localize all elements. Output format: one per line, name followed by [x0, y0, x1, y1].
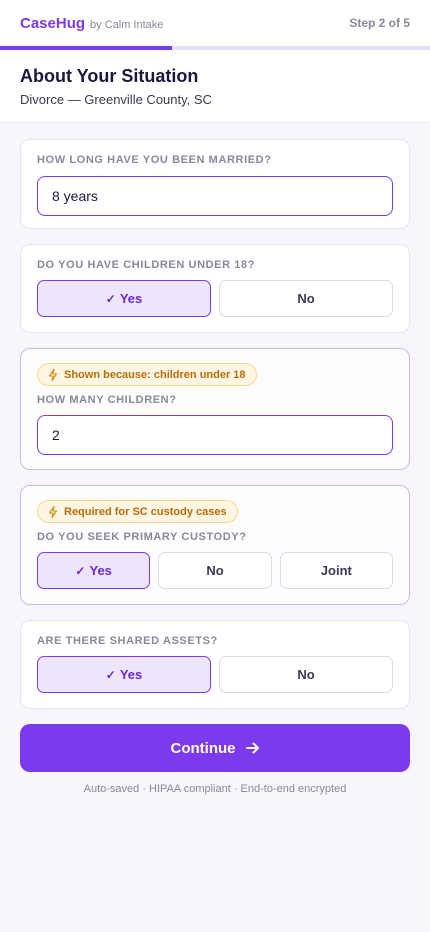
- brand-name: CaseHug: [20, 14, 86, 32]
- choice-label: Yes: [119, 291, 143, 306]
- checkmark-icon: ✓: [105, 291, 116, 306]
- checkmark-icon: ✓: [75, 563, 86, 578]
- page-title: About Your Situation: [20, 66, 199, 86]
- custody-joint-button[interactable]: Joint: [279, 552, 393, 589]
- choice-label: Yes: [89, 563, 112, 578]
- choice-label: No: [206, 563, 224, 578]
- question-label: ARE THERE SHARED ASSETS?: [37, 635, 218, 647]
- question-card-married: HOW LONG HAVE YOU BEEN MARRIED?: [20, 139, 410, 229]
- question-label: DO YOU SEEK PRIMARY CUSTODY?: [37, 531, 247, 543]
- custody-yes-button[interactable]: ✓ Yes: [37, 552, 151, 589]
- arrow-right-icon: [245, 742, 259, 754]
- children-no-button[interactable]: No: [219, 280, 393, 317]
- page-subtitle: Divorce — Greenville County, SC: [20, 92, 212, 107]
- continue-label: Continue: [170, 739, 236, 757]
- assets-yes-button[interactable]: ✓ Yes: [37, 656, 211, 693]
- question-label: HOW MANY CHILDREN?: [37, 394, 177, 406]
- choice-group: ✓ Yes No Joint: [37, 552, 393, 589]
- choice-group: ✓ Yes No: [37, 656, 393, 693]
- question-card-custody: Required for SC custody cases DO YOU SEE…: [20, 485, 410, 605]
- progress-bar-fill: [0, 46, 172, 50]
- brand: CaseHug by Calm Intake: [20, 15, 163, 32]
- lightning-bolt-icon: [48, 368, 58, 381]
- badge-label: Required for SC custody cases: [64, 505, 227, 518]
- question-label: HOW LONG HAVE YOU BEEN MARRIED?: [37, 154, 272, 166]
- assets-no-button[interactable]: No: [219, 656, 393, 693]
- page-header: About Your Situation Divorce — Greenvill…: [0, 50, 430, 123]
- checkmark-icon: ✓: [105, 667, 116, 682]
- custody-no-button[interactable]: No: [158, 552, 272, 589]
- step-indicator: Step 2 of 5: [349, 16, 410, 30]
- children-count-input[interactable]: [37, 415, 393, 455]
- choice-label: Yes: [119, 667, 143, 682]
- conditional-badge: Shown because: children under 18: [37, 363, 257, 386]
- choice-label: No: [297, 667, 315, 682]
- app-header: CaseHug by Calm Intake Step 2 of 5: [0, 0, 430, 46]
- choice-label: Joint: [320, 563, 352, 578]
- question-list: HOW LONG HAVE YOU BEEN MARRIED? DO YOU H…: [0, 123, 430, 795]
- children-yes-button[interactable]: ✓ Yes: [37, 280, 211, 317]
- question-card-children: DO YOU HAVE CHILDREN UNDER 18? ✓ Yes No: [20, 244, 410, 333]
- footer-note: Auto-saved · HIPAA compliant · End-to-en…: [83, 783, 347, 795]
- progress-bar: [0, 46, 430, 50]
- married-duration-input[interactable]: [37, 176, 393, 216]
- question-card-num-children: Shown because: children under 18 HOW MAN…: [20, 348, 410, 470]
- brand-tagline: by Calm Intake: [90, 18, 164, 31]
- badge-label: Shown because: children under 18: [64, 368, 246, 381]
- required-badge: Required for SC custody cases: [37, 500, 238, 523]
- lightning-bolt-icon: [48, 505, 58, 518]
- choice-label: No: [297, 291, 315, 306]
- question-card-assets: ARE THERE SHARED ASSETS? ✓ Yes No: [20, 620, 410, 709]
- question-label: DO YOU HAVE CHILDREN UNDER 18?: [37, 259, 256, 271]
- choice-group: ✓ Yes No: [37, 280, 393, 317]
- continue-button[interactable]: Continue: [20, 724, 410, 772]
